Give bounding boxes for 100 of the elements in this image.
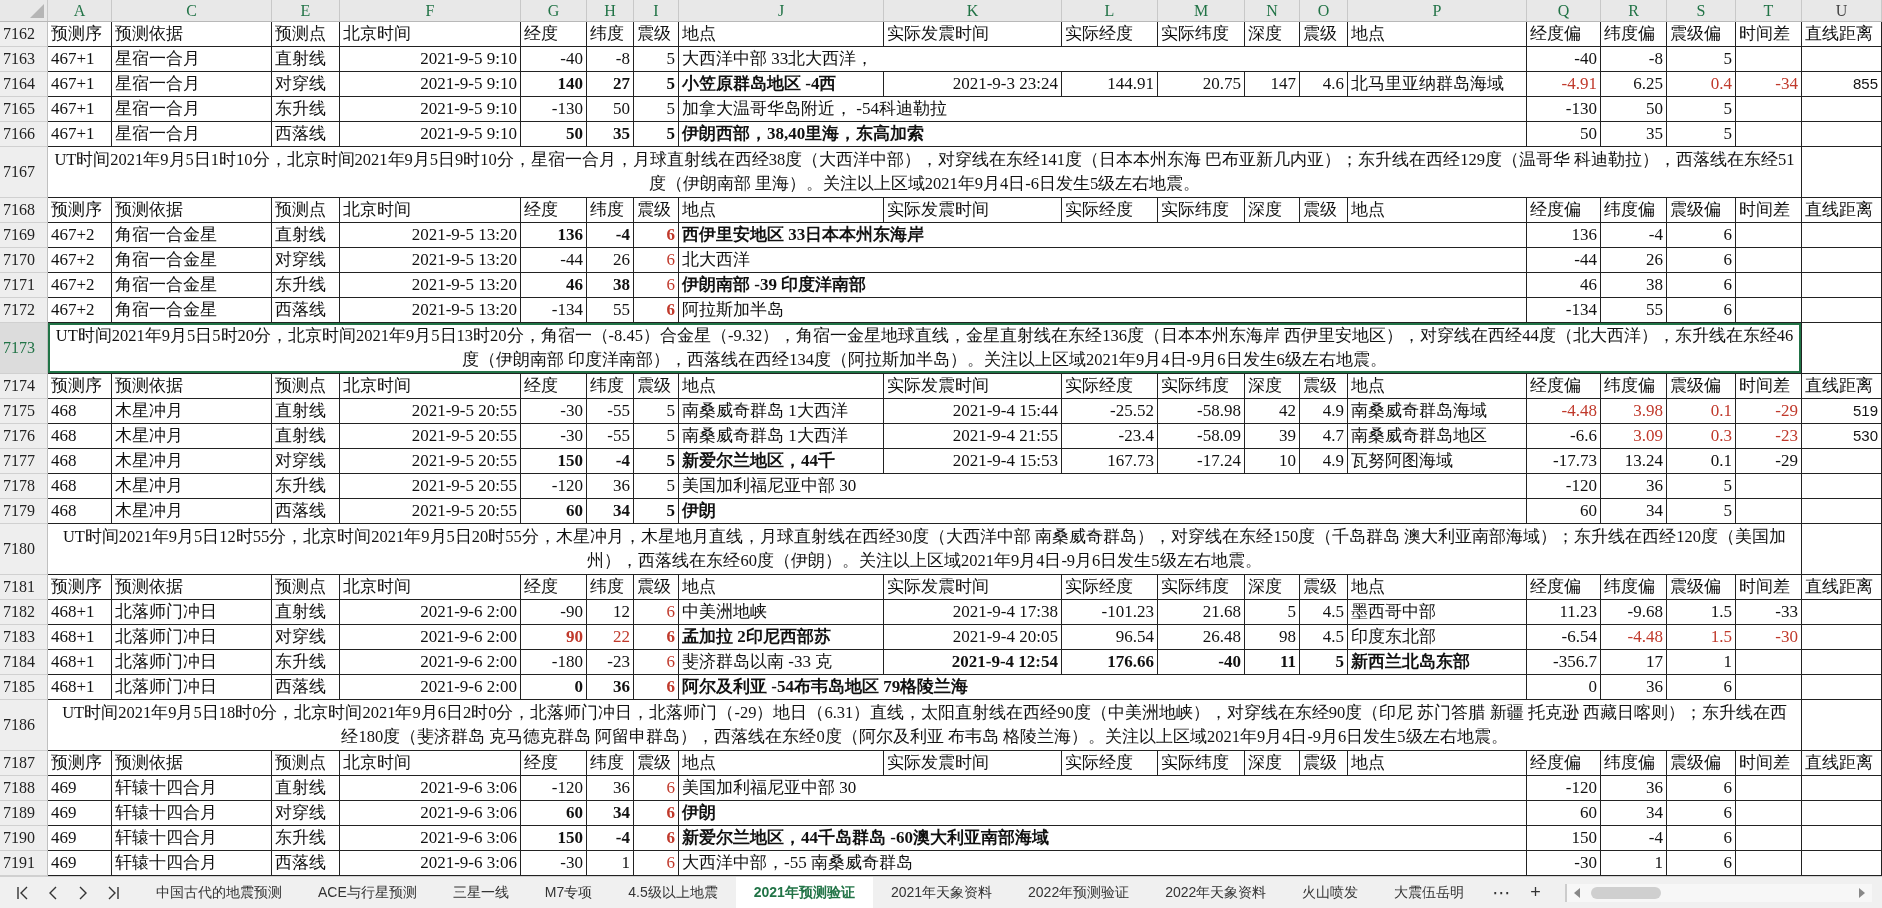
row-number[interactable]: 7169 [0,223,48,248]
row-number[interactable]: 7175 [0,399,48,424]
table-cell: 38 [587,273,634,298]
table-cell: 4.5 [1300,625,1348,650]
column-header[interactable]: I [634,0,679,21]
header-cell: 地点 [1348,751,1527,776]
table-cell: 469 [48,801,112,826]
row-number[interactable]: 7174 [0,374,48,399]
table-cell: 467+1 [48,47,112,72]
column-header[interactable]: L [1062,0,1158,21]
header-cell: 地点 [679,575,884,600]
table-cell: 2021-9-5 13:20 [340,298,521,323]
column-header[interactable]: G [521,0,587,21]
sheet-tab[interactable]: 火山喷发 [1284,877,1377,908]
column-header[interactable]: R [1601,0,1667,21]
table-cell: -30 [521,399,587,424]
row-number[interactable]: 7173 [0,323,48,374]
first-sheet-icon[interactable] [16,884,30,901]
sheet-tab[interactable]: 大震伍岳明 [1376,877,1483,908]
table-cell: 东升线 [272,650,340,675]
last-sheet-icon[interactable] [106,884,120,901]
row-number[interactable]: 7179 [0,499,48,524]
row-number[interactable]: 7191 [0,851,48,876]
row-number[interactable]: 7165 [0,97,48,122]
table-cell: 6 [634,675,679,700]
row-number[interactable]: 7167 [0,147,48,198]
table-cell: -4 [587,826,634,851]
row-number[interactable]: 7189 [0,801,48,826]
row-number[interactable]: 7181 [0,575,48,600]
row-number[interactable]: 7168 [0,198,48,223]
row-number[interactable]: 7178 [0,474,48,499]
table-cell: 1.5 [1667,625,1736,650]
column-header[interactable]: A [48,0,112,21]
scroll-right-icon[interactable] [1858,887,1866,898]
sheet-tab[interactable]: 三星一线 [434,877,527,908]
sheet-tab[interactable]: 2021年预测验证 [735,877,873,908]
row-number[interactable]: 7163 [0,47,48,72]
row-number[interactable]: 7182 [0,600,48,625]
header-cell: 深度 [1245,22,1300,47]
column-header[interactable]: J [679,0,884,21]
column-header[interactable]: P [1348,0,1527,21]
row-number[interactable]: 7164 [0,72,48,97]
table-cell: 东升线 [272,826,340,851]
scrollbar-thumb[interactable] [1590,886,1661,899]
sheet-tab[interactable]: 2022年预测验证 [1010,877,1148,908]
row-number[interactable]: 7185 [0,675,48,700]
table-cell: 2021-9-6 2:00 [340,600,521,625]
row-number[interactable]: 7170 [0,248,48,273]
row-number[interactable]: 7166 [0,122,48,147]
column-header[interactable]: C [112,0,272,21]
column-header[interactable]: S [1667,0,1736,21]
add-sheet-button[interactable]: + [1520,877,1551,908]
horizontal-scrollbar[interactable] [1564,883,1872,902]
table-cell: -58.98 [1158,399,1245,424]
column-header[interactable]: O [1300,0,1348,21]
table-cell: 2021-9-4 21:55 [884,424,1062,449]
header-cell: 北京时间 [340,751,521,776]
more-tabs-button[interactable]: ⋯ [1482,877,1521,908]
row-number[interactable]: 7172 [0,298,48,323]
table-cell: 17 [1601,650,1667,675]
header-cell: 震级 [1300,374,1348,399]
header-cell: 纬度 [587,22,634,47]
sheet-tab[interactable]: 中国古代的地震预测 [138,877,300,908]
row-number[interactable]: 7162 [0,22,48,47]
header-cell: 北京时间 [340,198,521,223]
column-header[interactable]: N [1245,0,1300,21]
note-cell: UT时间2021年9月5日18时0分，北京时间2021年9月6日2时0分，北落师门冲日，北落师门（-29）地日（6.31）直线，太阳直射线在西经90度（中美洲地峡），对穿线在东经90度（印尼 苏门答腊 新疆 托克逊 西藏日喀则）；东升线在西经180度（斐济群岛 克马德克群岛 阿留申群岛），西落线在东经0度（阿尔及利亚 布韦岛 格陵兰海）。关注以上区域2021年9月4日-9月6日发生5级左右地震。 [48,700,1802,751]
select-all-icon[interactable] [30,4,44,18]
row-number[interactable]: 7184 [0,650,48,675]
column-header[interactable]: F [340,0,521,21]
row-number[interactable]: 7183 [0,625,48,650]
sheet-tab[interactable]: 2021年天象资料 [872,877,1011,908]
table-cell: 0 [521,675,587,700]
row-number[interactable]: 7171 [0,273,48,298]
row-number[interactable]: 7177 [0,449,48,474]
column-header[interactable]: K [884,0,1062,21]
header-cell: 预测点 [272,575,340,600]
table-cell: 467+1 [48,122,112,147]
column-header[interactable]: Q [1527,0,1601,21]
column-header[interactable]: M [1158,0,1245,21]
row-number[interactable]: 7190 [0,826,48,851]
sheet-tab[interactable]: M7专项 [526,877,611,908]
column-header[interactable]: U [1802,0,1882,21]
sheet-tab[interactable]: 4.5级以上地震 [610,877,736,908]
table-cell: 467+2 [48,298,112,323]
sheet-tab[interactable]: ACE与行星预测 [300,877,435,908]
table-cell: 2021-9-4 20:05 [884,625,1062,650]
table-cell: 美国加利福尼亚中部 30 [679,776,1527,801]
row-number[interactable]: 7187 [0,751,48,776]
row-number[interactable]: 7186 [0,700,48,751]
row-number[interactable]: 7176 [0,424,48,449]
column-header[interactable]: E [272,0,340,21]
sheet-tab[interactable]: 2022年天象资料 [1147,877,1285,908]
column-header[interactable]: H [587,0,634,21]
row-number[interactable]: 7180 [0,524,48,575]
column-header[interactable]: T [1736,0,1802,21]
table-cell: 6 [634,776,679,801]
scroll-left-icon[interactable] [1572,887,1581,898]
header-cell: 震级偏 [1667,198,1736,223]
row-number[interactable]: 7188 [0,776,48,801]
